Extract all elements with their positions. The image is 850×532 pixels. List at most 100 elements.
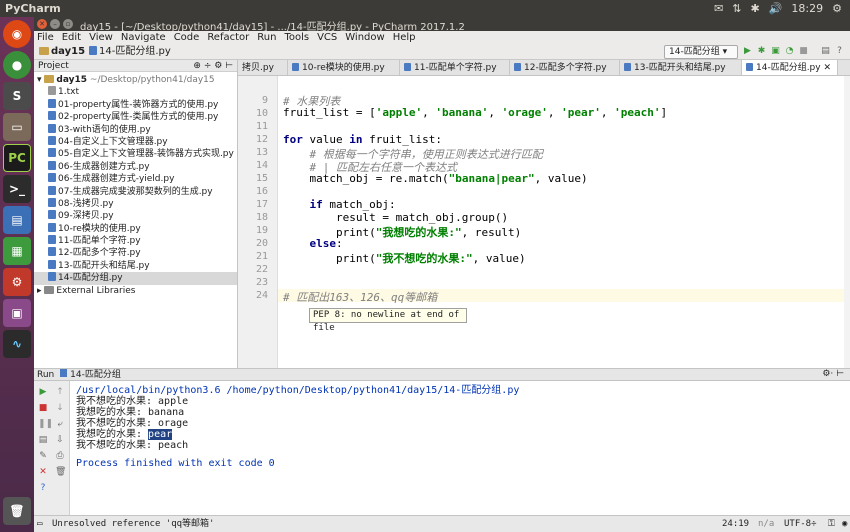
project-structure-icon[interactable]: ▤ xyxy=(820,46,831,57)
project-view-select[interactable]: Project xyxy=(38,61,69,71)
pause-icon[interactable]: ❚❚ xyxy=(38,419,53,429)
tree-file-item[interactable]: 07-生成器完成斐波那契数列的生成.py xyxy=(34,185,237,198)
soft-wrap-icon[interactable]: ⤶ xyxy=(55,419,65,429)
rerun-icon[interactable]: ▶ xyxy=(38,387,48,397)
files-icon[interactable]: ▭ xyxy=(3,113,31,141)
tab-14-active[interactable]: 14-匹配分组.py ✕ xyxy=(742,60,838,75)
mail-icon[interactable]: ✉ xyxy=(714,2,723,15)
python-file-icon xyxy=(48,160,56,170)
python-file-icon xyxy=(48,272,56,282)
terminal-icon[interactable]: >_ xyxy=(3,175,31,203)
volume-icon[interactable]: 🔊 xyxy=(769,2,783,15)
line-separator[interactable]: n/a xyxy=(758,516,774,532)
clear-icon[interactable]: 🗑 xyxy=(55,467,66,477)
status-toggle-icon[interactable]: ▭ xyxy=(37,516,42,532)
tree-root[interactable]: ▾ day15 ~/Desktop/python41/day15 xyxy=(34,74,237,86)
run-config-select[interactable]: 14-匹配分组 ▾ xyxy=(664,45,738,59)
tree-file-item[interactable]: 06-生成器创建方式.py xyxy=(34,160,237,173)
close-window-icon[interactable]: ✕ xyxy=(37,19,47,29)
sublime-text-icon[interactable]: S xyxy=(3,82,31,110)
menu-code[interactable]: Code xyxy=(174,32,200,43)
tree-file-item[interactable]: 12-匹配多个字符.py xyxy=(34,247,237,259)
breadcrumb-project[interactable]: day15 xyxy=(36,45,88,59)
scroll-end-icon[interactable]: ⇩ xyxy=(55,435,65,445)
ubuntu-home-icon[interactable]: ◉ xyxy=(3,20,31,48)
tree-file-item[interactable]: 08-浅拷贝.py xyxy=(34,197,237,210)
workspace-icon[interactable]: ▣ xyxy=(3,299,31,327)
settings-gear-icon[interactable]: ⚙ xyxy=(832,2,842,15)
tab-11[interactable]: 11-匹配单个字符.py xyxy=(400,60,510,75)
minimize-window-icon[interactable]: – xyxy=(50,19,60,29)
breadcrumb-file[interactable]: 14-匹配分组.py xyxy=(86,45,174,59)
stop-icon[interactable]: ■ xyxy=(798,46,809,57)
print-icon[interactable]: ⎙ xyxy=(55,451,65,461)
line-number: 13 xyxy=(255,147,268,158)
collapse-arrow-icon[interactable]: ▸ xyxy=(37,286,42,296)
menu-help[interactable]: Help xyxy=(393,32,416,43)
menu-view[interactable]: View xyxy=(89,32,113,43)
scroll-down-icon[interactable]: ↓ xyxy=(55,403,65,413)
lock-icon[interactable]: ⚿ xyxy=(828,516,835,532)
writer-icon[interactable]: ▤ xyxy=(3,206,31,234)
tree-file-item[interactable]: 09-深拷贝.py xyxy=(34,210,237,222)
tab-12[interactable]: 12-匹配多个字符.py xyxy=(510,60,620,75)
help-run-icon[interactable]: ? xyxy=(38,483,48,493)
pin-icon[interactable]: ✎ xyxy=(38,451,48,461)
tree-file-item[interactable]: 11-匹配单个字符.py xyxy=(34,235,237,247)
menu-window[interactable]: Window xyxy=(345,32,384,43)
expand-arrow-icon[interactable]: ▾ xyxy=(37,75,42,85)
app-name: PyCharm xyxy=(5,2,61,15)
tree-file-item[interactable]: 02-property属性-类属性方式的使用.py xyxy=(34,111,237,123)
line-number: 11 xyxy=(255,121,268,132)
maximize-window-icon[interactable]: ▫ xyxy=(63,19,73,29)
profile-icon[interactable]: ◔ xyxy=(784,46,795,57)
menu-refactor[interactable]: Refactor xyxy=(207,32,249,43)
menu-tools[interactable]: Tools xyxy=(284,32,309,43)
tab-09-copy[interactable]: 拷贝.py xyxy=(238,60,288,75)
inspector-icon[interactable]: ◉ xyxy=(842,516,847,532)
tree-file-item[interactable]: 04-自定义上下文管理器.py xyxy=(34,135,237,148)
clock[interactable]: 18:29 xyxy=(791,2,823,15)
caret-position[interactable]: 24:19 xyxy=(722,516,749,532)
tree-file-item[interactable]: 06-生成器创建方式-yield.py xyxy=(34,173,237,185)
menu-vcs[interactable]: VCS xyxy=(317,32,337,43)
tab-13[interactable]: 13-匹配开头和结尾.py xyxy=(620,60,742,75)
menu-run[interactable]: Run xyxy=(257,32,276,43)
restore-layout-icon[interactable]: ▤ xyxy=(38,435,48,445)
close-run-icon[interactable]: ✕ xyxy=(38,467,48,477)
bluetooth-icon[interactable]: ✱ xyxy=(751,2,760,15)
menu-file[interactable]: File xyxy=(37,32,54,43)
stop-run-icon[interactable]: ■ xyxy=(38,403,48,413)
scroll-up-icon[interactable]: ↑ xyxy=(55,387,65,397)
tree-file-item[interactable]: 1.txt xyxy=(34,86,237,98)
run-panel-settings-icon[interactable]: ⚙· ⊢ xyxy=(822,369,844,380)
help-icon[interactable]: ? xyxy=(834,46,845,57)
tree-file-item[interactable]: 14-匹配分组.py xyxy=(34,272,237,285)
system-monitor-icon[interactable]: ∿ xyxy=(3,330,31,358)
panel-tools-icon[interactable]: ⊕ ÷ ⚙ ⊢ xyxy=(193,60,233,72)
tree-file-item[interactable]: 03-with语句的使用.py xyxy=(34,123,237,136)
calc-icon[interactable]: ▦ xyxy=(3,237,31,265)
editor-scrollbar[interactable] xyxy=(844,76,850,368)
run-console[interactable]: /usr/local/bin/python3.6 /home/python/De… xyxy=(70,381,850,515)
tree-file-item[interactable]: 13-匹配开头和结尾.py xyxy=(34,259,237,272)
tree-file-item[interactable]: 05-自定义上下文管理器-装饰器方式实现.py xyxy=(34,148,237,160)
tree-external-libraries[interactable]: ▸ External Libraries xyxy=(34,285,237,297)
network-icon[interactable]: ⇅ xyxy=(732,2,741,15)
menu-navigate[interactable]: Navigate xyxy=(121,32,166,43)
tree-file-item[interactable]: 10-re模块的使用.py xyxy=(34,222,237,235)
coverage-icon[interactable]: ▣ xyxy=(770,46,781,57)
tree-file-item[interactable]: 01-property属性-装饰器方式的使用.py xyxy=(34,98,237,111)
file-encoding[interactable]: UTF-8÷ xyxy=(784,516,817,532)
pycharm-icon[interactable]: PC xyxy=(3,144,31,172)
python-file-icon xyxy=(48,210,56,220)
run-tab-label[interactable]: Run xyxy=(37,370,54,380)
run-icon[interactable]: ▶ xyxy=(742,46,753,57)
system-settings-icon[interactable]: ⚙ xyxy=(3,268,31,296)
tab-10[interactable]: 10-re模块的使用.py xyxy=(288,60,400,75)
pep8-tooltip: PEP 8: no newline at end of file xyxy=(309,308,467,333)
chrome-icon[interactable]: ● xyxy=(3,51,31,79)
menu-edit[interactable]: Edit xyxy=(62,32,81,43)
debug-icon[interactable]: ✱ xyxy=(756,46,767,57)
trash-icon[interactable]: 🗑 xyxy=(3,497,31,525)
